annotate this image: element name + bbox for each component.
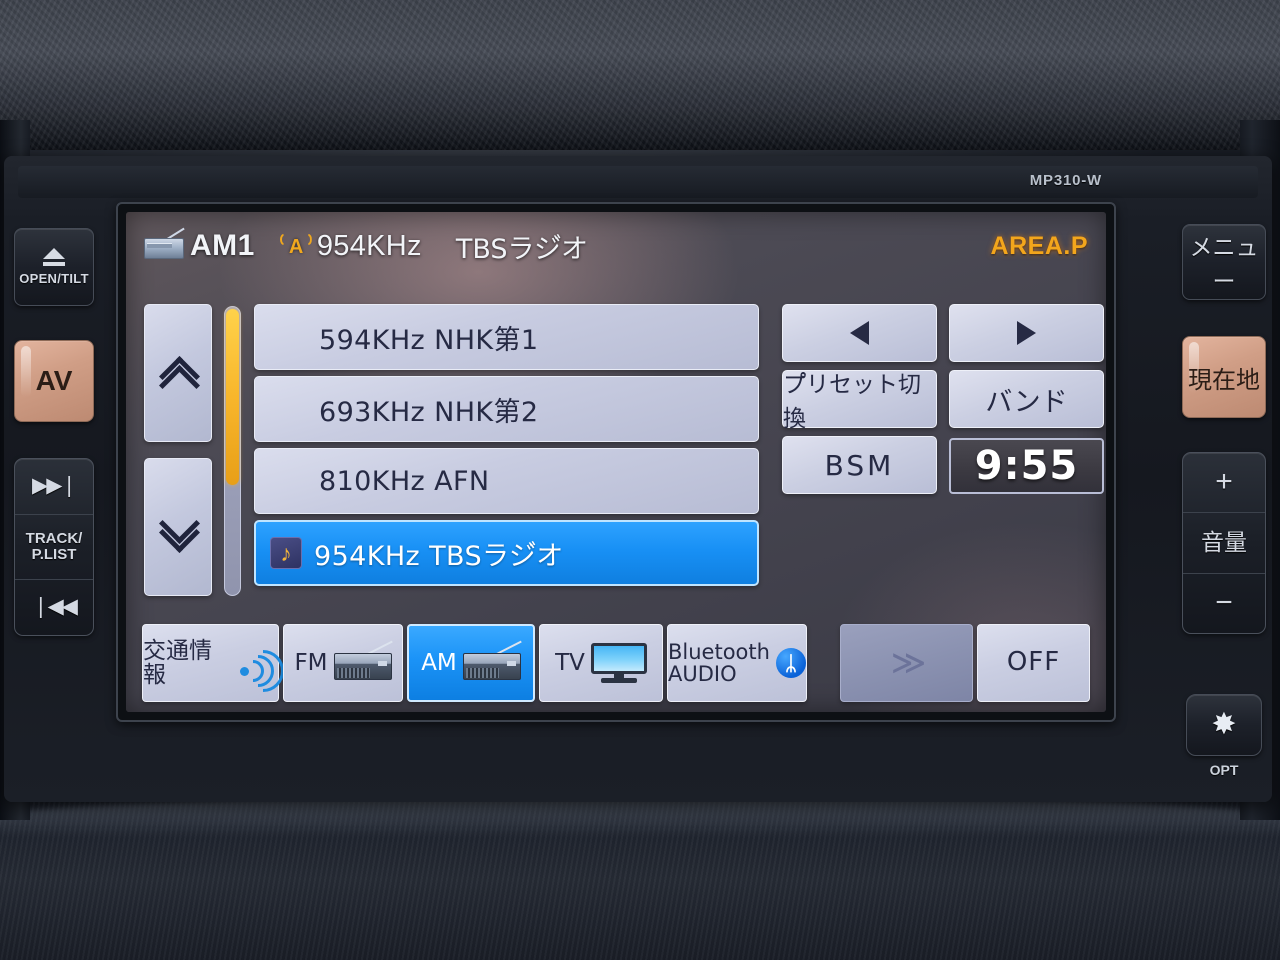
opt-button[interactable]: ✸ [1186,694,1262,756]
volume-down-button[interactable]: − [1183,572,1265,633]
bluetooth-label-line2: AUDIO [668,662,737,686]
star-icon: ✸ [1211,708,1237,741]
band-button[interactable]: バンド [949,370,1104,428]
source-off-button[interactable]: OFF [977,624,1090,702]
antenna-icon: A [281,232,311,260]
eject-icon [43,248,65,259]
bsm-button[interactable]: BSM [782,436,937,494]
preset-label: 810KHz AFN [319,465,490,497]
source-tab-tv[interactable]: TV [539,624,663,702]
dashboard-top-panel [0,0,1280,150]
prev-track-button[interactable]: ❘◀◀ [15,578,93,635]
source-tab-bar: 交通情報 FM AM TV Bluetooth AUDIO ᛦ ≫ OFF [142,624,1090,702]
source-tab-fm[interactable]: FM [283,624,403,702]
source-tab-traffic[interactable]: 交通情報 [142,624,284,702]
volume-up-label: + [1215,465,1233,499]
preset-item-3[interactable]: 810KHz AFN [254,448,759,514]
band-button-label: バンド [985,386,1068,418]
volume-down-label: − [1215,586,1233,620]
current-location-button[interactable]: 現在地 [1182,336,1266,418]
eject-bar-icon [43,262,65,266]
menu-label: メニュー [1189,235,1259,295]
preset-label: 954KHz TBSラジ゙オ [314,540,564,572]
preset-label: 594KHz NHK第1 [319,324,539,356]
radio-icon [462,640,522,680]
dashboard: MP310-W OPEN/TILT AV ▶▶❘ TRACK/ P.LIST ❘… [0,0,1280,960]
list-scrollbar[interactable] [224,306,241,596]
preset-switch-button[interactable]: プ゚リセット切換 [782,370,937,432]
preset-switch-label: プ゚リセット切換 [783,372,921,432]
tv-label: TV [555,649,585,676]
bsm-label: BSM [824,448,895,482]
scroll-up-button[interactable] [144,304,212,442]
scrollbar-thumb[interactable] [226,309,239,485]
source-more-button[interactable]: ≫ [840,624,973,702]
signal-wave-icon [238,647,284,692]
status-header: AM1 A 954KHz TBSラジ゙オ AREA.P [126,224,1106,268]
next-track-label: ▶▶❘ [32,474,78,498]
area-preset-badge: AREA.P [990,231,1088,260]
menu-button[interactable]: メニュー [1182,224,1266,300]
track-plist-stack: ▶▶❘ TRACK/ P.LIST ❘◀◀ [14,458,94,636]
volume-up-button[interactable]: + [1183,453,1265,512]
band-indicator: AM1 [190,229,255,262]
preset-label: 693KHz NHK第2 [319,396,539,428]
prev-track-label: ❘◀◀ [32,595,78,619]
radio-icon [144,227,185,259]
source-bar-spacer [811,624,836,702]
av-button[interactable]: AV [14,340,94,422]
scroll-down-button[interactable] [144,458,212,596]
opt-label: OPT [1209,762,1239,778]
open-tilt-button[interactable]: OPEN/TILT [14,228,94,306]
chevron-up-icon [161,362,195,384]
preset-list: 594KHz NHK第1 693KHz NHK第2 810KHz AFN ♪ 9… [254,304,759,592]
monitor-icon [590,643,647,683]
track-plist-label: TRACK/ P.LIST [15,514,93,579]
chevron-down-icon [161,516,195,538]
av-label: AV [35,365,73,396]
preset-item-4-selected[interactable]: ♪ 954KHz TBSラジ゙オ [254,520,759,586]
seek-up-button[interactable] [949,304,1104,362]
volume-stack: + 音量 − [1182,452,1266,634]
off-label: OFF [1006,647,1061,678]
current-location-label: 現在地 [1188,365,1260,394]
am-label: AM [421,649,457,676]
clock-display: 9:55 [949,438,1104,494]
music-note-icon: ♪ [270,537,302,569]
triangle-left-icon [850,321,869,345]
next-track-button[interactable]: ▶▶❘ [15,459,93,514]
traffic-label: 交通情報 [143,637,212,688]
navigation-screen[interactable]: AM1 A 954KHz TBSラジ゙オ AREA.P 594KHz NHK第1… [126,212,1106,712]
current-frequency: 954KHz [316,229,422,262]
bluetooth-icon: ᛦ [775,648,806,678]
source-tab-bluetooth-audio[interactable]: Bluetooth AUDIO ᛦ [667,624,807,702]
bluetooth-label-line1: Bluetooth [668,639,770,664]
main-panel: 594KHz NHK第1 693KHz NHK第2 810KHz AFN ♪ 9… [126,304,1106,604]
list-scroll-controls [144,304,212,596]
preset-item-1[interactable]: 594KHz NHK第1 [254,304,759,370]
preset-item-2[interactable]: 693KHz NHK第2 [254,376,759,442]
seek-down-button[interactable] [782,304,937,362]
current-station-name: TBSラジ゙オ [455,233,588,265]
source-tab-am[interactable]: AM [407,624,535,702]
fm-label: FM [294,649,328,676]
triangle-right-icon [1017,321,1036,345]
open-tilt-label: OPEN/TILT [19,271,89,286]
radio-icon [333,640,393,680]
double-chevron-right-icon: ≫ [890,643,927,683]
volume-label: 音量 [1183,512,1265,572]
model-label: MP310-W [1029,172,1102,189]
